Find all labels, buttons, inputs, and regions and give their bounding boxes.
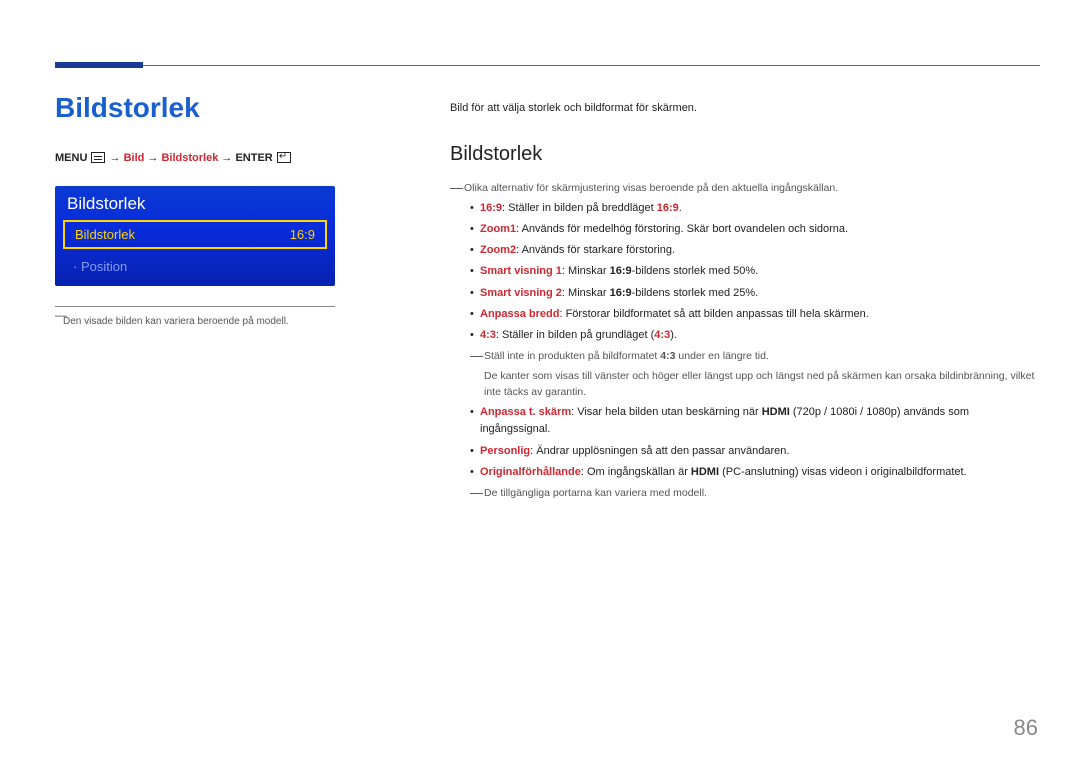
arrow: →	[110, 152, 124, 164]
left-column: Bildstorlek MENU → Bild → Bildstorlek → …	[55, 92, 365, 331]
option-label: Smart visning 2	[480, 287, 562, 299]
header-divider	[55, 65, 1040, 66]
option-label: Originalförhållande	[480, 466, 581, 478]
top-note-text: Olika alternativ för skärmjustering visa…	[464, 182, 838, 194]
sub-note-1: ― Ställ inte in produkten på bildformate…	[450, 348, 1038, 364]
left-footnote: ― Den visade bilden kan variera beroende…	[55, 306, 335, 327]
option-item: 16:9: Ställer in bilden på breddläget 16…	[450, 200, 1038, 217]
note-dash-icon: ―	[470, 483, 483, 503]
osd-disabled-label: Position	[81, 259, 127, 274]
option-list-2: Anpassa t. skärm: Visar hela bilden utan…	[450, 404, 1038, 480]
right-column: Bild för att välja storlek och bildforma…	[450, 100, 1038, 505]
option-tail: 16:9	[657, 202, 679, 214]
sub-note-1-c: under en längre tid.	[675, 350, 768, 362]
option-label: Zoom2	[480, 244, 516, 256]
option-item: Smart visning 2: Minskar 16:9-bildens st…	[450, 285, 1038, 302]
page-title: Bildstorlek	[55, 92, 365, 124]
bottom-note: ― De tillgängliga portarna kan variera m…	[450, 485, 1038, 501]
top-note: ― Olika alternativ för skärmjustering vi…	[450, 180, 1038, 196]
sub-note-1-a: Ställ inte in produkten på bildformatet	[484, 350, 660, 362]
bottom-note-text: De tillgängliga portarna kan variera med…	[484, 487, 707, 499]
option-label: 4:3	[480, 329, 496, 341]
option-label: Personlig	[480, 445, 530, 457]
menu-path: MENU → Bild → Bildstorlek → ENTER	[55, 152, 365, 164]
option-item: 4:3: Ställer in bilden på grundläget (4:…	[450, 327, 1038, 344]
option-label: Zoom1	[480, 223, 516, 235]
option-item: Anpassa t. skärm: Visar hela bilden utan…	[450, 404, 1038, 438]
page-number: 86	[1014, 715, 1038, 741]
option-mid: HDMI	[762, 406, 790, 418]
intro-text: Bild för att välja storlek och bildforma…	[450, 100, 1038, 117]
sub-note-2: De kanter som visas till vänster och hög…	[450, 368, 1038, 401]
osd-disabled-row: · Position	[63, 249, 327, 286]
note-dash-icon: ―	[470, 346, 483, 366]
arrow: →	[221, 152, 235, 164]
option-item: Smart visning 1: Minskar 16:9-bildens st…	[450, 263, 1038, 280]
option-item: Anpassa bredd: Förstorar bildformatet så…	[450, 306, 1038, 323]
osd-disabled-prefix: ·	[73, 259, 81, 274]
note-dash-icon: ―	[450, 178, 463, 198]
option-item: Originalförhållande: Om ingångskällan är…	[450, 464, 1038, 481]
option-mid: 16:9	[610, 265, 632, 277]
option-mid: HDMI	[691, 466, 719, 478]
osd-selected-value: 16:9	[290, 227, 315, 242]
section-heading: Bildstorlek	[450, 139, 1038, 170]
path-seg-bildstorlek: Bildstorlek	[161, 152, 218, 164]
header-accent	[55, 62, 143, 68]
sub-note-1-b: 4:3	[660, 350, 675, 362]
option-item: Zoom2: Används för starkare förstoring.	[450, 242, 1038, 259]
option-list-1: 16:9: Ställer in bilden på breddläget 16…	[450, 200, 1038, 343]
option-label: Anpassa t. skärm	[480, 406, 571, 418]
option-item: Personlig: Ändrar upplösningen så att de…	[450, 443, 1038, 460]
option-label: 16:9	[480, 202, 502, 214]
menu-label: MENU	[55, 152, 87, 164]
left-footnote-text: Den visade bilden kan variera beroende p…	[55, 313, 335, 327]
osd-title: Bildstorlek	[55, 186, 335, 220]
enter-label: ENTER	[235, 152, 272, 164]
osd-preview: Bildstorlek Bildstorlek 16:9 · Position	[55, 186, 335, 286]
option-label: Smart visning 1	[480, 265, 562, 277]
sub-note-2-text: De kanter som visas till vänster och hög…	[484, 370, 1034, 398]
option-item: Zoom1: Används för medelhög förstoring. …	[450, 221, 1038, 238]
option-mid: 16:9	[610, 287, 632, 299]
path-seg-bild: Bild	[124, 152, 145, 164]
menu-icon	[91, 152, 105, 163]
footnote-dash-icon: ―	[55, 308, 67, 322]
osd-selected-row[interactable]: Bildstorlek 16:9	[63, 220, 327, 249]
option-label: Anpassa bredd	[480, 308, 559, 320]
option-tail: 4:3	[654, 329, 670, 341]
enter-icon	[277, 152, 291, 163]
arrow: →	[147, 152, 161, 164]
osd-selected-label: Bildstorlek	[75, 227, 135, 242]
